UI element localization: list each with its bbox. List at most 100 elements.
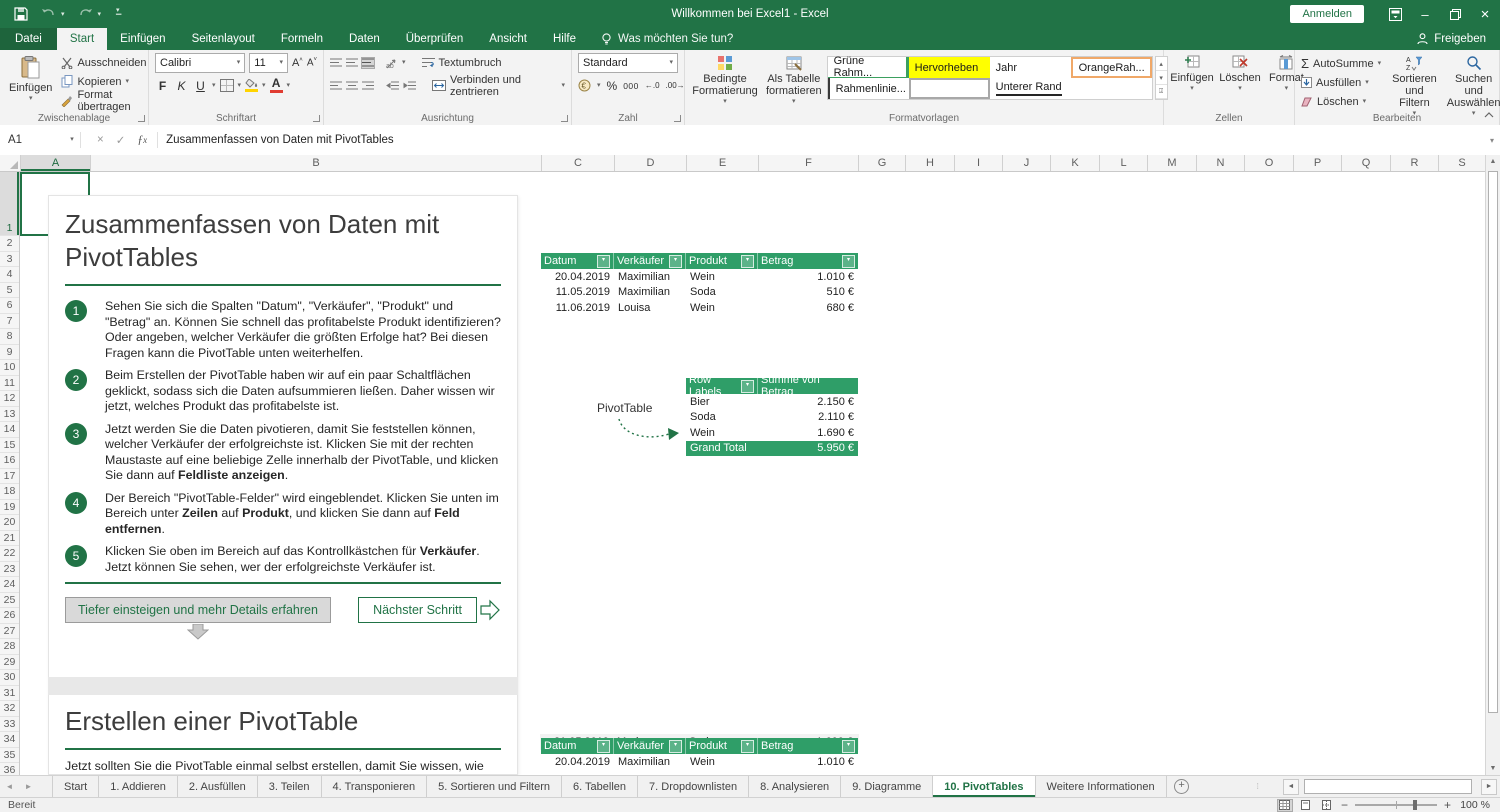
redo-icon[interactable] [78, 8, 93, 20]
font-dialog-launcher[interactable] [313, 115, 320, 122]
column-header-S[interactable]: S [1439, 155, 1486, 171]
row-header-35[interactable]: 35 [0, 748, 19, 764]
cell-style-chip[interactable]: Jahr [990, 57, 1071, 78]
row-header-15[interactable]: 15 [0, 438, 19, 454]
align-left-icon[interactable] [330, 81, 342, 91]
merge-center-label[interactable]: Verbinden und zentrieren [450, 74, 557, 98]
table-header-betrag[interactable]: Betrag▾ [758, 253, 858, 269]
column-header-G[interactable]: G [859, 155, 906, 171]
row-header-9[interactable]: 9 [0, 345, 19, 361]
table-header-datum[interactable]: Datum▾ [541, 253, 614, 269]
filter-dropdown-icon[interactable]: ▾ [669, 255, 682, 268]
zoom-level[interactable]: 100 % [1458, 799, 1490, 811]
shrink-font-icon[interactable]: A˅ [307, 57, 317, 68]
redo-dropdown-icon[interactable]: ▾ [98, 10, 102, 18]
customize-qat-icon[interactable]: ▾▔ [116, 6, 121, 22]
table-cell[interactable]: Wein [686, 269, 758, 285]
name-box-dropdown-icon[interactable]: ▾ [64, 132, 81, 148]
sheet-tab-5-sortieren-und-filtern[interactable]: 5. Sortieren und Filtern [427, 776, 562, 797]
row-header-14[interactable]: 14 [0, 422, 19, 438]
row-header-36[interactable]: 36 [0, 763, 19, 775]
hscroll-left-icon[interactable]: ◄ [1283, 779, 1299, 795]
cell-style-chip[interactable] [909, 78, 990, 99]
cut-button[interactable]: Ausschneiden [59, 53, 148, 72]
table-cell[interactable]: Louisa [614, 300, 686, 316]
table-cell[interactable]: Maximilian [614, 754, 686, 770]
next-step-button[interactable]: Nächster Schritt [358, 597, 477, 623]
page-layout-view-icon[interactable] [1299, 800, 1313, 811]
table-row[interactable]: 11.05.2019MaximilianSoda510 € [541, 285, 858, 301]
comma-style-icon[interactable]: 000 [623, 81, 639, 91]
tell-me-search[interactable]: Was möchten Sie tun? [601, 28, 733, 50]
ribbon-tab-hilfe[interactable]: Hilfe [540, 28, 589, 50]
table-cell[interactable]: Grand Total [686, 441, 758, 457]
table-cell[interactable]: Bier [686, 394, 758, 410]
sheet-tab-2-ausfüllen[interactable]: 2. Ausfüllen [178, 776, 258, 797]
orientation-icon[interactable]: ab [386, 57, 398, 69]
enter-icon[interactable]: ✓ [116, 133, 126, 147]
table-cell[interactable]: 510 € [758, 285, 858, 301]
table-header-datum[interactable]: Datum▾ [541, 738, 614, 754]
share-button[interactable]: Freigeben [1417, 28, 1486, 50]
close-button[interactable]: × [1470, 0, 1500, 28]
ribbon-tab-ansicht[interactable]: Ansicht [476, 28, 540, 50]
row-header-6[interactable]: 6 [0, 298, 19, 314]
row-header-13[interactable]: 13 [0, 407, 19, 423]
increase-indent-icon[interactable] [403, 81, 416, 91]
sheet-tab-weitere-informationen[interactable]: Weitere Informationen [1036, 776, 1167, 797]
cell-style-chip[interactable]: Unterer Rand [990, 78, 1071, 99]
format-as-table-button[interactable]: Als Tabelle formatieren▾ [761, 53, 827, 107]
table-header-produkt[interactable]: Produkt▾ [686, 738, 758, 754]
filter-dropdown-icon[interactable]: ▾ [741, 380, 754, 393]
normal-view-icon[interactable] [1278, 800, 1292, 811]
zoom-slider-thumb[interactable] [1413, 800, 1417, 810]
grand-total-row[interactable]: Grand Total5.950 € [686, 441, 858, 457]
merge-center-icon[interactable] [432, 80, 446, 91]
table-row[interactable]: 20.04.2019MaximilianWein1.010 € [541, 754, 858, 770]
table-header-summe-von-betrag[interactable]: Summe von Betrag [758, 378, 858, 394]
clear-button[interactable]: Löschen▾ [1299, 92, 1383, 111]
fill-button[interactable]: Ausfüllen▾ [1299, 73, 1383, 92]
ribbon-tab-formeln[interactable]: Formeln [268, 28, 336, 50]
horizontal-scroll-thumb[interactable] [1304, 779, 1472, 794]
filter-dropdown-icon[interactable]: ▾ [597, 740, 610, 753]
ribbon-tab-seitenlayout[interactable]: Seitenlayout [179, 28, 268, 50]
column-header-F[interactable]: F [759, 155, 859, 171]
column-header-O[interactable]: O [1245, 155, 1294, 171]
page-break-view-icon[interactable] [1320, 800, 1334, 811]
table-cell[interactable]: 1.010 € [758, 269, 858, 285]
align-top-icon[interactable] [330, 58, 342, 68]
column-header-Q[interactable]: Q [1342, 155, 1391, 171]
sheet-tab-1-addieren[interactable]: 1. Addieren [99, 776, 178, 797]
undo-icon[interactable] [41, 8, 56, 20]
column-header-H[interactable]: H [906, 155, 955, 171]
sign-in-button[interactable]: Anmelden [1290, 5, 1364, 23]
ribbon-tab-einfügen[interactable]: Einfügen [107, 28, 178, 50]
row-header-10[interactable]: 10 [0, 360, 19, 376]
column-header-P[interactable]: P [1294, 155, 1342, 171]
row-header-30[interactable]: 30 [0, 670, 19, 686]
italic-button[interactable]: K [174, 79, 189, 93]
row-header-21[interactable]: 21 [0, 531, 19, 547]
scroll-up-icon[interactable]: ▲ [1486, 158, 1500, 165]
table-cell[interactable]: Maximilian [614, 269, 686, 285]
row-header-2[interactable]: 2 [0, 236, 19, 252]
number-dialog-launcher[interactable] [674, 115, 681, 122]
vertical-scroll-thumb[interactable] [1488, 171, 1498, 713]
row-header-28[interactable]: 28 [0, 639, 19, 655]
zoom-in-icon[interactable]: + [1444, 798, 1451, 812]
table-cell[interactable]: 1.010 € [758, 754, 858, 770]
cell-style-chip[interactable]: Hervorheben [909, 57, 990, 78]
column-header-I[interactable]: I [955, 155, 1003, 171]
row-header-19[interactable]: 19 [0, 500, 19, 516]
row-header-22[interactable]: 22 [0, 546, 19, 562]
increase-decimal-icon[interactable]: ←.0 [645, 81, 660, 90]
cell-style-chip[interactable]: Grüne Rahm... [828, 57, 909, 78]
column-header-C[interactable]: C [542, 155, 615, 171]
minimize-button[interactable]: – [1410, 0, 1440, 28]
cancel-icon[interactable]: × [97, 134, 104, 146]
align-right-icon[interactable] [362, 81, 374, 91]
table-cell[interactable]: Soda [686, 410, 758, 426]
filter-dropdown-icon[interactable]: ▾ [597, 255, 610, 268]
filter-dropdown-icon[interactable]: ▾ [842, 255, 855, 268]
